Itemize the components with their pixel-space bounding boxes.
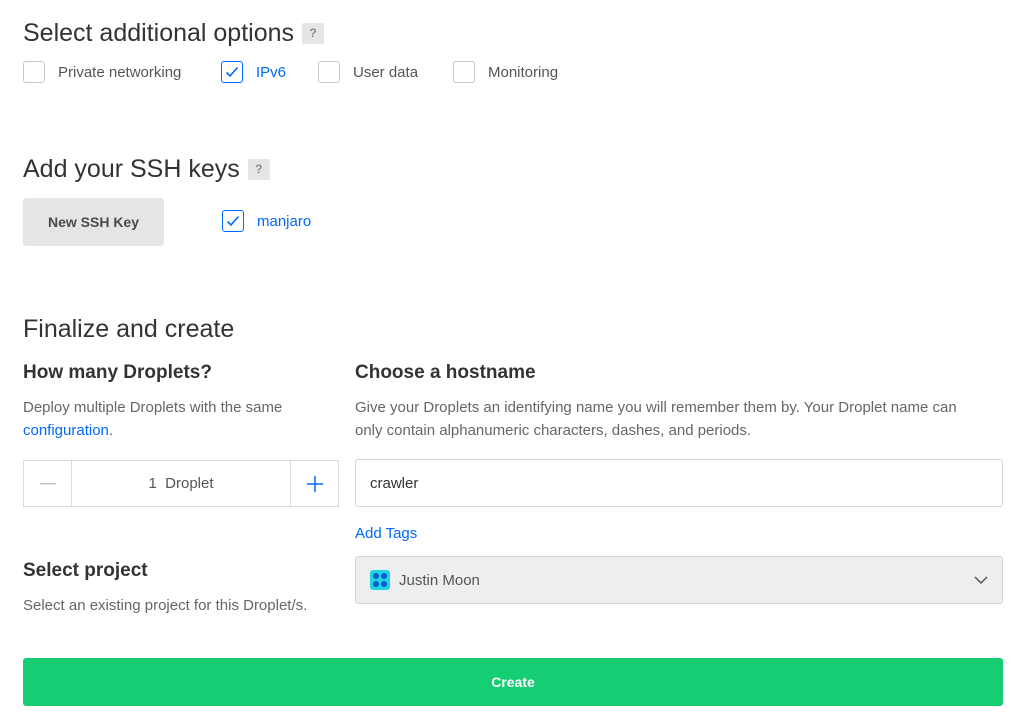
- droplet-count: 1: [148, 475, 157, 492]
- option-private-networking[interactable]: Private networking: [23, 61, 181, 83]
- hostname-description: Give your Droplets an identifying name y…: [355, 396, 1015, 442]
- project-icon: [370, 570, 390, 590]
- monitoring-label: Monitoring: [488, 63, 559, 81]
- increment-button[interactable]: [290, 461, 338, 506]
- hostname-heading: Choose a hostname: [355, 362, 536, 383]
- ipv6-checkbox[interactable]: [221, 61, 243, 83]
- droplet-unit: Droplet: [165, 475, 214, 492]
- hostname-desc-line1: Give your Droplets an identifying name y…: [355, 399, 957, 416]
- checkmark-icon: [226, 215, 240, 227]
- private-networking-label: Private networking: [58, 63, 182, 81]
- add-tags-link[interactable]: Add Tags: [355, 525, 417, 542]
- droplet-count-display: 1 Droplet: [72, 461, 290, 506]
- droplets-desc-text: Deploy multiple Droplets with the same: [23, 399, 283, 416]
- option-user-data[interactable]: User data: [318, 61, 418, 83]
- options-title-text: Select additional options: [23, 19, 295, 47]
- monitoring-checkbox[interactable]: [453, 61, 475, 83]
- droplets-description: Deploy multiple Droplets with the same c…: [23, 396, 333, 442]
- checkmark-icon: [225, 66, 239, 78]
- user-data-label: User data: [353, 63, 419, 81]
- project-select-value: Justin Moon: [399, 571, 480, 589]
- minus-icon: [39, 482, 56, 484]
- plus-icon: [306, 475, 323, 492]
- ssh-title-text: Add your SSH keys: [23, 155, 240, 183]
- options-title: Select additional options ?: [23, 19, 325, 48]
- ssh-help-button[interactable]: ?: [247, 159, 270, 180]
- ipv6-label: IPv6: [256, 63, 287, 81]
- finalize-title: Finalize and create: [23, 315, 234, 344]
- manjaro-checkbox[interactable]: [222, 210, 244, 232]
- option-ipv6[interactable]: IPv6: [221, 61, 286, 83]
- droplets-desc-end: .: [108, 422, 114, 439]
- finalize-title-text: Finalize and create: [23, 315, 235, 343]
- hostname-desc-line2: only contain alphanumeric characters, da…: [355, 422, 752, 439]
- project-select[interactable]: Justin Moon: [355, 556, 1003, 604]
- project-heading: Select project: [23, 560, 148, 581]
- decrement-button[interactable]: [24, 461, 72, 506]
- project-description: Select an existing project for this Drop…: [23, 597, 308, 614]
- private-networking-checkbox[interactable]: [23, 61, 45, 83]
- droplets-heading: How many Droplets?: [23, 362, 212, 383]
- configuration-link[interactable]: configuration: [23, 422, 109, 439]
- option-monitoring[interactable]: Monitoring: [453, 61, 558, 83]
- droplet-quantity-stepper: 1 Droplet: [23, 460, 339, 507]
- user-data-checkbox[interactable]: [318, 61, 340, 83]
- hostname-input[interactable]: [355, 459, 1003, 507]
- ssh-title: Add your SSH keys ?: [23, 155, 270, 184]
- manjaro-label: manjaro: [257, 212, 312, 230]
- ssh-key-manjaro[interactable]: manjaro: [222, 210, 311, 232]
- options-help-button[interactable]: ?: [302, 23, 325, 44]
- create-button[interactable]: Create: [23, 658, 1003, 706]
- new-ssh-key-button[interactable]: New SSH Key: [23, 198, 164, 246]
- chevron-down-icon: [974, 576, 988, 584]
